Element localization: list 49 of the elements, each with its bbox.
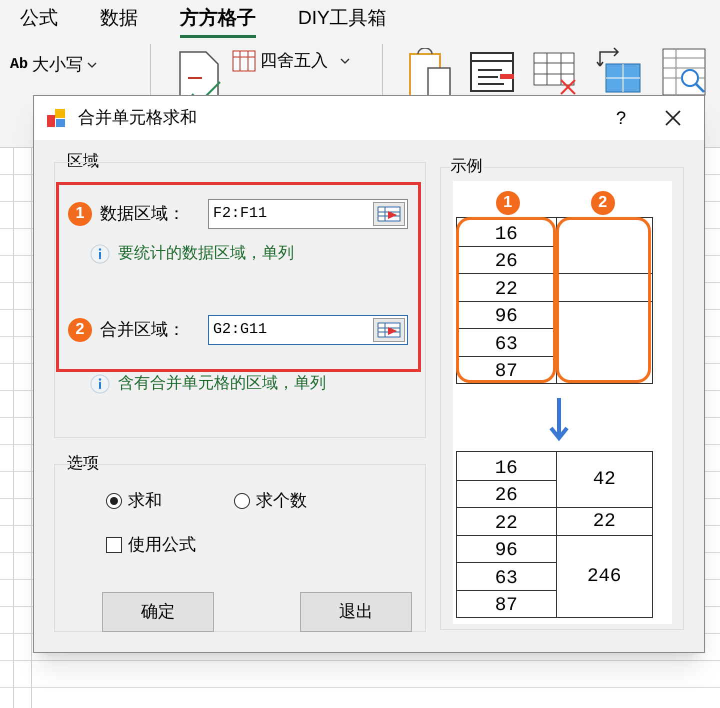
table-cell: 26 bbox=[456, 480, 557, 507]
dialog-button[interactable]: 退出 bbox=[300, 592, 412, 632]
range-field[interactable]: F2:F11 bbox=[208, 199, 408, 229]
table-cell: 96 bbox=[456, 534, 557, 562]
table-cell: 87 bbox=[456, 590, 557, 617]
table-cell: 22 bbox=[456, 507, 557, 534]
caret-icon bbox=[87, 62, 98, 68]
case-button[interactable]: 大小写 bbox=[32, 52, 98, 78]
info-icon bbox=[90, 244, 110, 264]
dialog-title: 合并单元格求和 bbox=[78, 107, 198, 130]
close-icon[interactable] bbox=[664, 109, 682, 127]
radio-button[interactable] bbox=[234, 492, 250, 509]
number-badge: 2 bbox=[590, 191, 615, 215]
down-arrow-icon bbox=[548, 396, 570, 442]
field-label: 数据区域： bbox=[100, 203, 186, 226]
sum-value: 22 bbox=[592, 509, 616, 534]
field-label: 合并区域： bbox=[100, 319, 186, 342]
help-button[interactable]: ? bbox=[606, 104, 636, 132]
dialog-button[interactable]: 确定 bbox=[102, 592, 214, 632]
round-button[interactable]: 四舍五入 bbox=[260, 48, 350, 74]
number-badge: 1 bbox=[68, 202, 92, 226]
checkbox-label[interactable]: 使用公式 bbox=[128, 532, 196, 558]
table-cell: 16 bbox=[456, 452, 557, 480]
info-icon bbox=[90, 374, 110, 394]
swap-table-icon[interactable] bbox=[596, 46, 642, 94]
ribbon-tab[interactable]: DIY工具箱 bbox=[298, 4, 387, 38]
range-picker-icon[interactable] bbox=[373, 318, 405, 342]
radio-label[interactable]: 求个数 bbox=[256, 488, 307, 514]
ribbon-tab[interactable]: 公式 bbox=[20, 4, 58, 38]
ribbon-tab[interactable]: 数据 bbox=[100, 4, 138, 38]
form-icon[interactable] bbox=[470, 52, 516, 94]
range-picker-icon[interactable] bbox=[373, 202, 405, 226]
number-badge: 2 bbox=[68, 318, 92, 342]
hint-text: 要统计的数据区域，单列 bbox=[118, 244, 294, 264]
case-icon: Ab bbox=[10, 54, 28, 76]
checkbox[interactable] bbox=[106, 536, 122, 553]
radio-label[interactable]: 求和 bbox=[128, 488, 162, 514]
range-field[interactable]: G2:G11 bbox=[208, 315, 408, 345]
caret-icon bbox=[340, 58, 350, 64]
table-search-icon[interactable] bbox=[662, 48, 708, 98]
radio-button[interactable] bbox=[106, 492, 122, 509]
table-cell: 63 bbox=[456, 562, 557, 590]
hint-text: 含有合并单元格的区域，单列 bbox=[118, 374, 326, 394]
number-badge: 1 bbox=[496, 191, 520, 215]
table-icon bbox=[232, 50, 256, 72]
sum-value: 246 bbox=[587, 564, 622, 589]
sum-value: 42 bbox=[592, 467, 616, 492]
app-icon bbox=[46, 108, 66, 128]
clipboard-icon[interactable] bbox=[408, 48, 452, 98]
